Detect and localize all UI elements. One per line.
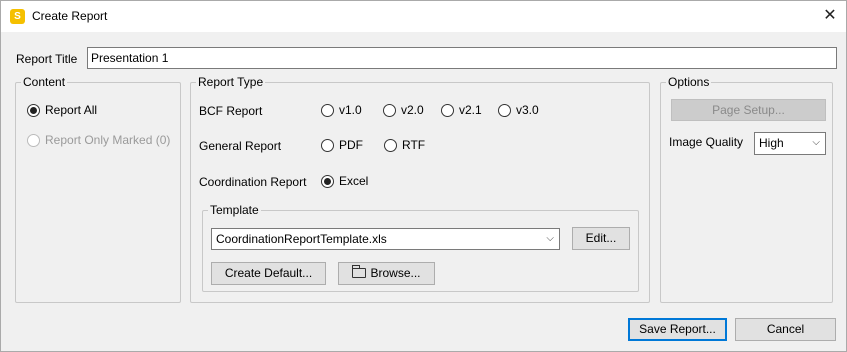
radio-checked-icon <box>27 103 40 117</box>
radio-unchecked-icon <box>321 103 334 117</box>
radio-bcf-v2[interactable]: v2.0 <box>383 103 424 117</box>
template-group: Template CoordinationReportTemplate.xls … <box>202 203 639 292</box>
browse-button[interactable]: Browse... <box>338 262 435 285</box>
report-type-group-title: Report Type <box>196 75 266 89</box>
radio-coordination-excel[interactable]: Excel <box>321 174 368 188</box>
save-report-button[interactable]: Save Report... <box>628 318 727 341</box>
radio-general-pdf[interactable]: PDF <box>321 138 363 152</box>
image-quality-label: Image Quality <box>669 135 744 149</box>
chevron-down-icon: ⌵ <box>546 233 554 244</box>
radio-unchecked-icon <box>384 138 397 152</box>
close-icon[interactable]: ✕ <box>814 1 846 32</box>
window-title: Create Report <box>32 9 108 23</box>
template-select-value: CoordinationReportTemplate.xls <box>216 232 387 246</box>
content-group: Content Report All Report Only Marked (0… <box>15 75 181 303</box>
options-group-title: Options <box>666 75 712 89</box>
radio-unchecked-icon <box>321 138 334 152</box>
radio-coordination-excel-label: Excel <box>339 174 369 188</box>
radio-general-rtf[interactable]: RTF <box>384 138 425 152</box>
page-setup-button: Page Setup... <box>671 99 826 121</box>
browse-button-label: Browse... <box>370 266 421 280</box>
cancel-button[interactable]: Cancel <box>735 318 836 341</box>
coordination-report-label: Coordination Report <box>199 175 307 189</box>
report-type-group: Report Type BCF Report v1.0 v2.0 v2.1 v3… <box>190 75 650 303</box>
title-bar: S Create Report ✕ <box>1 1 846 32</box>
radio-report-all[interactable]: Report All <box>27 103 97 117</box>
radio-bcf-v21-label: v2.1 <box>459 103 482 117</box>
create-default-button[interactable]: Create Default... <box>211 262 326 285</box>
radio-unchecked-icon <box>441 103 454 117</box>
radio-bcf-v1[interactable]: v1.0 <box>321 103 362 117</box>
radio-bcf-v3[interactable]: v3.0 <box>498 103 539 117</box>
report-title-label: Report Title <box>16 52 78 66</box>
radio-bcf-v3-label: v3.0 <box>516 103 539 117</box>
radio-checked-icon <box>321 174 334 188</box>
app-logo-icon: S <box>10 9 25 24</box>
general-report-label: General Report <box>199 139 282 153</box>
radio-unchecked-icon <box>383 103 396 117</box>
radio-unchecked-icon <box>498 103 511 117</box>
folder-icon <box>352 265 367 278</box>
image-quality-value: High <box>759 136 784 150</box>
radio-general-rtf-label: RTF <box>402 138 426 152</box>
radio-report-only-marked: Report Only Marked (0) <box>27 133 170 147</box>
radio-report-all-label: Report All <box>45 103 98 117</box>
template-select[interactable]: CoordinationReportTemplate.xls ⌵ <box>211 228 560 250</box>
radio-report-only-marked-label: Report Only Marked (0) <box>45 133 171 147</box>
radio-bcf-v21[interactable]: v2.1 <box>441 103 482 117</box>
radio-general-pdf-label: PDF <box>339 138 363 152</box>
radio-bcf-v1-label: v1.0 <box>339 103 362 117</box>
edit-template-button[interactable]: Edit... <box>572 227 630 250</box>
create-report-dialog: S Create Report ✕ Report Title Content R… <box>0 0 847 352</box>
chevron-down-icon: ⌵ <box>812 137 820 148</box>
image-quality-select[interactable]: High ⌵ <box>754 132 826 155</box>
report-title-input[interactable] <box>87 47 837 69</box>
content-group-title: Content <box>21 75 68 89</box>
options-group: Options Page Setup... Image Quality High… <box>660 75 833 303</box>
bcf-report-label: BCF Report <box>199 104 263 118</box>
template-group-title: Template <box>208 203 261 217</box>
radio-unchecked-icon <box>27 133 40 147</box>
radio-bcf-v2-label: v2.0 <box>401 103 424 117</box>
